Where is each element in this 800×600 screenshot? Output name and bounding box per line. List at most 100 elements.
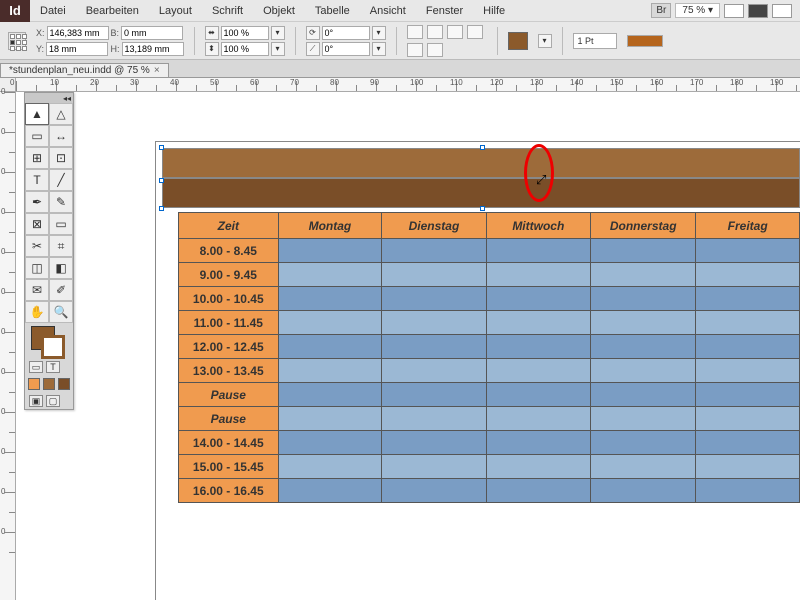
table-cell[interactable] [382,359,486,383]
hand-tool[interactable]: ✋ [25,301,49,323]
table-cell[interactable] [382,311,486,335]
table-cell[interactable] [278,239,382,263]
menu-table[interactable]: Tabelle [305,5,360,17]
time-cell[interactable]: Pause [179,407,279,431]
table-cell[interactable] [486,359,590,383]
table-cell[interactable] [696,383,800,407]
table-cell[interactable] [278,311,382,335]
tools-collapse-icon[interactable]: ◂◂ [25,93,73,103]
pen-tool[interactable]: ✒ [25,191,49,213]
shear-stepper[interactable]: ▾ [372,42,386,56]
time-cell[interactable]: 9.00 - 9.45 [179,263,279,287]
normal-view-icon[interactable]: ▣ [29,395,43,407]
table-cell[interactable] [382,383,486,407]
pathfinder-icon[interactable] [427,43,443,57]
shear-input[interactable] [322,42,370,56]
pencil-tool[interactable]: ✎ [49,191,73,213]
time-cell[interactable]: 14.00 - 14.45 [179,431,279,455]
bridge-badge[interactable]: Br [651,3,671,18]
table-cell[interactable] [382,335,486,359]
table-cell[interactable] [486,335,590,359]
selection-tool[interactable]: ▲ [25,103,49,125]
w-input[interactable] [121,26,183,40]
formatting-text-icon[interactable]: T [46,361,60,373]
table-cell[interactable] [382,431,486,455]
menu-file[interactable]: Datei [30,5,76,17]
table-cell[interactable] [278,431,382,455]
table-cell[interactable] [696,479,800,503]
table-cell[interactable] [591,407,696,431]
eyedropper-tool[interactable]: ✐ [49,279,73,301]
scale-x-stepper[interactable]: ▾ [271,26,285,40]
table-cell[interactable] [278,335,382,359]
h-input[interactable] [122,42,184,56]
table-cell[interactable] [696,335,800,359]
table-cell[interactable] [486,311,590,335]
view-option-icon[interactable] [724,4,744,18]
table-cell[interactable] [696,407,800,431]
table-cell[interactable] [591,239,696,263]
rotate-cw-icon[interactable] [407,25,423,39]
rotate-stepper[interactable]: ▾ [372,26,386,40]
fill-color-swatch[interactable] [508,32,528,50]
menu-edit[interactable]: Bearbeiten [76,5,149,17]
gradient-swatch-tool[interactable]: ◫ [25,257,49,279]
table-cell[interactable] [696,455,800,479]
table-cell[interactable] [382,407,486,431]
rectangle-tool[interactable]: ▭ [49,213,73,235]
table-cell[interactable] [696,431,800,455]
swatch-brown-light[interactable] [43,378,55,390]
ruler-vertical[interactable]: 000000000000 [0,92,16,600]
scale-y-stepper[interactable]: ▾ [271,42,285,56]
align-icon[interactable] [407,43,423,57]
content-collector-tool[interactable]: ⊞ [25,147,49,169]
menu-view[interactable]: Ansicht [360,5,416,17]
table-header[interactable]: Dienstag [382,213,486,239]
fill-dropdown-icon[interactable]: ▾ [538,34,552,48]
scale-x-input[interactable] [221,26,269,40]
table-cell[interactable] [696,239,800,263]
type-tool[interactable]: T [25,169,49,191]
table-cell[interactable] [278,383,382,407]
gap-tool[interactable]: ↔ [49,125,73,147]
table-header[interactable]: Donnerstag [591,213,696,239]
table-cell[interactable] [591,263,696,287]
y-input[interactable] [46,42,108,56]
table-cell[interactable] [696,263,800,287]
menu-object[interactable]: Objekt [253,5,305,17]
time-cell[interactable]: 13.00 - 13.45 [179,359,279,383]
menu-layout[interactable]: Layout [149,5,202,17]
rotate-ccw-icon[interactable] [427,25,443,39]
table-cell[interactable] [696,287,800,311]
table-cell[interactable] [591,431,696,455]
table-cell[interactable] [486,479,590,503]
scissors-tool[interactable]: ✂ [25,235,49,257]
table-header[interactable]: Freitag [696,213,800,239]
scale-y-input[interactable] [221,42,269,56]
note-tool[interactable]: ✉ [25,279,49,301]
table-cell[interactable] [591,287,696,311]
formatting-container-icon[interactable]: ▭ [29,361,43,373]
table-cell[interactable] [278,287,382,311]
fill-stroke-swatch[interactable] [25,323,73,359]
free-transform-tool[interactable]: ⌗ [49,235,73,257]
line-tool[interactable]: ╱ [49,169,73,191]
time-cell[interactable]: Pause [179,383,279,407]
menu-help[interactable]: Hilfe [473,5,515,17]
reference-point-picker[interactable] [8,32,26,50]
table-cell[interactable] [382,263,486,287]
table-cell[interactable] [486,431,590,455]
screen-mode-icon[interactable] [748,4,768,18]
table-cell[interactable] [591,311,696,335]
table-cell[interactable] [591,383,696,407]
table-cell[interactable] [382,455,486,479]
table-cell[interactable] [486,239,590,263]
table-cell[interactable] [486,263,590,287]
stroke-style-swatch[interactable] [627,35,663,47]
page-tool[interactable]: ▭ [25,125,49,147]
canvas[interactable]: ◂◂ ▲ △ ▭ ↔ ⊞ ⊡ T ╱ ✒ ✎ ⊠ ▭ ✂ ⌗ ◫ ◧ ✉ ✐ ✋ [16,92,800,600]
gradient-feather-tool[interactable]: ◧ [49,257,73,279]
zoom-tool[interactable]: 🔍 [49,301,73,323]
swatch-orange[interactable] [28,378,40,390]
table-cell[interactable] [591,479,696,503]
